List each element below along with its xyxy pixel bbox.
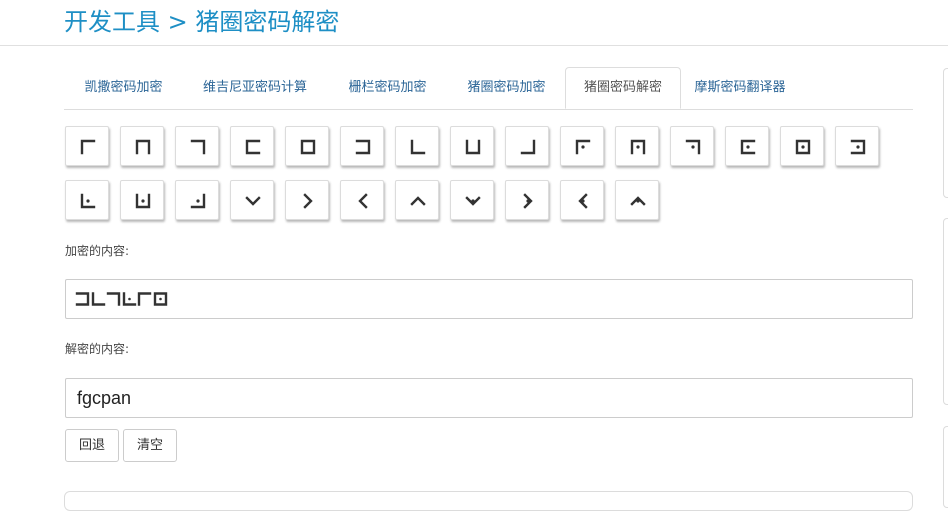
pigpen-f-icon — [75, 292, 90, 306]
pigpen-f-icon — [355, 139, 371, 155]
pigpen-a-icon — [137, 292, 152, 306]
pigpen-v-icon — [410, 196, 426, 206]
pigpen-j-icon — [575, 139, 591, 155]
pigpen-key-j[interactable] — [560, 126, 604, 166]
right-panel-card — [943, 68, 948, 198]
pigpen-x-icon — [523, 193, 533, 209]
pigpen-key-f[interactable] — [340, 126, 384, 166]
pigpen-key-w[interactable] — [450, 180, 494, 220]
pigpen-q-icon — [135, 193, 151, 209]
pigpen-key-g[interactable] — [395, 126, 439, 166]
pigpen-key-o[interactable] — [835, 126, 879, 166]
pigpen-key-c[interactable] — [175, 126, 219, 166]
pigpen-u-icon — [358, 193, 368, 209]
pigpen-key-q[interactable] — [120, 180, 164, 220]
pigpen-m-icon — [740, 139, 756, 155]
page-title: 开发工具 > 猪圈密码解密 — [64, 8, 340, 36]
tab-pigpen-encrypt[interactable]: 猪圈密码加密 — [448, 67, 565, 109]
right-panel-card — [943, 218, 948, 405]
pigpen-i-icon — [520, 139, 536, 155]
pigpen-key-a[interactable] — [65, 126, 109, 166]
pigpen-t-icon — [303, 193, 313, 209]
pigpen-c-icon — [190, 139, 206, 155]
pigpen-o-icon — [850, 139, 866, 155]
pigpen-a-icon — [80, 139, 96, 155]
pigpen-key-t[interactable] — [285, 180, 329, 220]
pigpen-key-s[interactable] — [230, 180, 274, 220]
pigpen-key-n[interactable] — [780, 126, 824, 166]
pigpen-c-icon — [106, 292, 121, 306]
pigpen-key-l[interactable] — [670, 126, 714, 166]
pigpen-l-icon — [685, 139, 701, 155]
decrypted-label: 解密的内容: — [65, 342, 130, 356]
pigpen-key-k[interactable] — [615, 126, 659, 166]
pigpen-s-icon — [245, 196, 261, 206]
pigpen-key-z[interactable] — [615, 180, 659, 220]
pigpen-key-u[interactable] — [340, 180, 384, 220]
pigpen-w-icon — [465, 196, 481, 206]
pigpen-h-icon — [465, 139, 481, 155]
pigpen-k-icon — [630, 139, 646, 155]
decrypted-content-field[interactable]: fgcpan — [65, 378, 913, 418]
pigpen-key-i[interactable] — [505, 126, 549, 166]
pigpen-r-icon — [190, 193, 206, 209]
tab-caesar-encrypt[interactable]: 凯撒密码加密 — [64, 67, 183, 109]
pigpen-n-icon — [795, 139, 811, 155]
tab-morse-translator[interactable]: 摩斯密码翻译器 — [681, 67, 799, 109]
pigpen-p-icon — [122, 292, 136, 306]
pigpen-key-y[interactable] — [560, 180, 604, 220]
pigpen-n-icon — [153, 292, 167, 306]
tab-railfence-encrypt[interactable]: 栅栏密码加密 — [327, 67, 448, 109]
pigpen-p-icon — [80, 193, 96, 209]
back-button[interactable]: 回退 — [65, 429, 119, 462]
pigpen-key-h[interactable] — [450, 126, 494, 166]
pigpen-g-icon — [410, 139, 426, 155]
pigpen-g-icon — [91, 292, 105, 306]
tab-vigenere[interactable]: 维吉尼亚密码计算 — [183, 67, 327, 109]
next-panel — [64, 491, 913, 511]
decrypted-text: fgcpan — [77, 388, 132, 408]
tab-pigpen-decrypt[interactable]: 猪圈密码解密 — [565, 67, 681, 109]
clear-button[interactable]: 清空 — [123, 429, 177, 462]
pigpen-key-x[interactable] — [505, 180, 549, 220]
pigpen-key-m[interactable] — [725, 126, 769, 166]
pigpen-key-b[interactable] — [120, 126, 164, 166]
title-divider — [0, 45, 948, 46]
pigpen-key-v[interactable] — [395, 180, 439, 220]
pigpen-e-icon — [300, 139, 316, 155]
pigpen-z-icon — [630, 196, 646, 206]
encrypted-content-field[interactable] — [65, 279, 913, 319]
encrypted-label: 加密的内容: — [65, 244, 130, 258]
right-sidebar-edge — [943, 68, 948, 508]
pigpen-key-r[interactable] — [175, 180, 219, 220]
pigpen-d-icon — [245, 139, 261, 155]
pigpen-key-e[interactable] — [285, 126, 329, 166]
pigpen-b-icon — [135, 139, 151, 155]
pigpen-y-icon — [578, 193, 588, 209]
tab-bar: 凯撒密码加密 维吉尼亚密码计算 栅栏密码加密 猪圈密码加密 猪圈密码解密 摩斯密… — [64, 67, 913, 110]
pigpen-key-d[interactable] — [230, 126, 274, 166]
pigpen-key-p[interactable] — [65, 180, 109, 220]
